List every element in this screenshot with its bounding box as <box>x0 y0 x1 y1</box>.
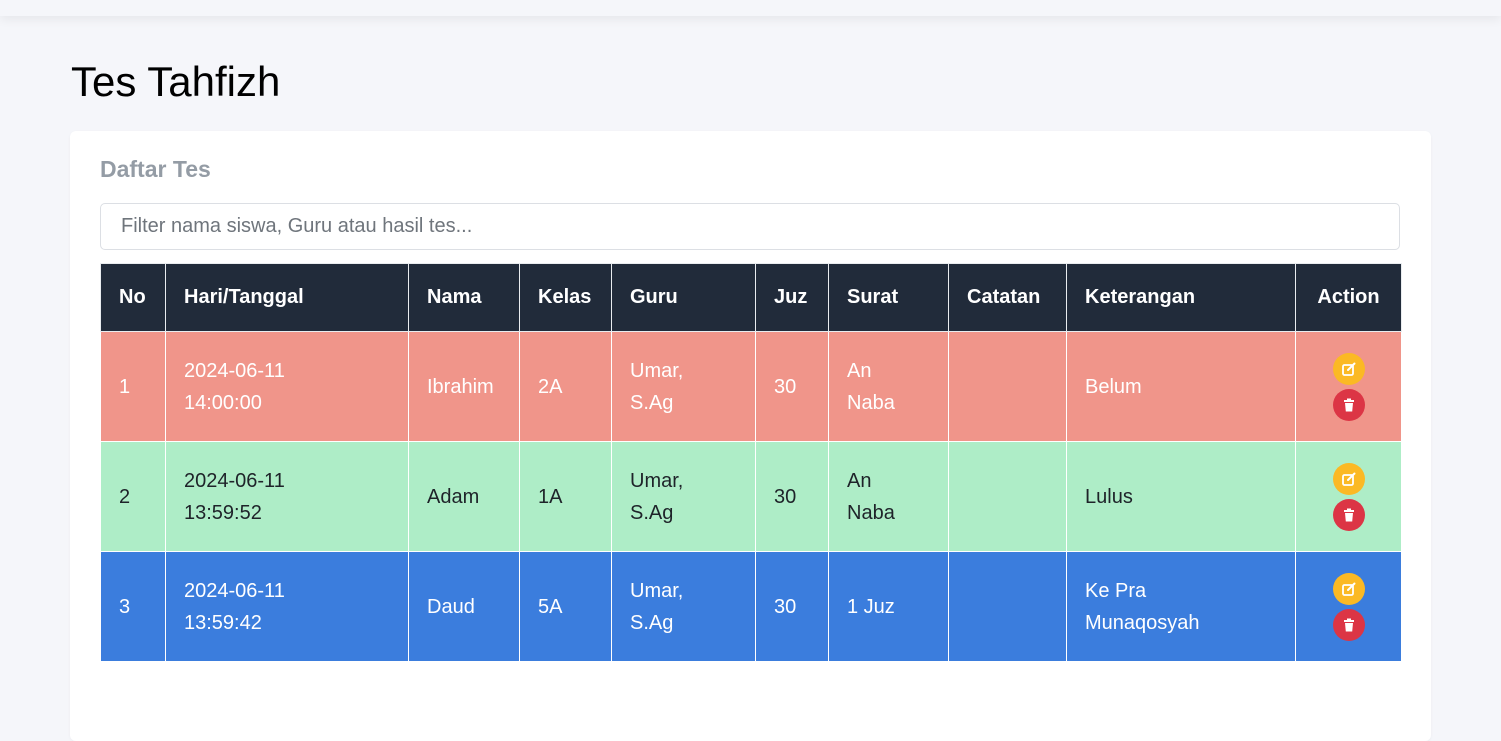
action-buttons <box>1314 352 1383 421</box>
cell-date: 2024-06-11 13:59:42 <box>165 551 409 662</box>
table-row: 2 2024-06-11 13:59:52 Adam 1A Umar, S.Ag 3… <box>100 441 1402 552</box>
header-catatan: Catatan <box>948 263 1067 332</box>
header-date: Hari/Tanggal <box>165 263 409 332</box>
header-guru: Guru <box>611 263 756 332</box>
page-title: Tes Tahfizh <box>71 58 281 105</box>
test-table: No Hari/Tanggal Nama Kelas Guru Juz Sura… <box>100 263 1402 662</box>
cell-surat: 1 Juz <box>828 551 949 662</box>
action-buttons <box>1314 572 1383 641</box>
edit-icon <box>1341 362 1355 376</box>
surat-line1: An <box>847 359 872 382</box>
guru-name: Umar, <box>630 579 684 602</box>
date-text: 2024-06-11 <box>184 469 285 492</box>
trash-icon <box>1343 508 1354 521</box>
guru-name: Umar, <box>630 469 684 492</box>
cell-keterangan: Ke Pra Munaqosyah <box>1066 551 1296 662</box>
cell-guru: Umar, S.Ag <box>611 331 756 442</box>
cell-no: 3 <box>100 551 166 662</box>
cell-no: 2 <box>100 441 166 552</box>
cell-kelas: 1A <box>519 441 612 552</box>
cell-action <box>1295 441 1402 552</box>
top-navbar <box>0 0 1501 16</box>
delete-button[interactable] <box>1332 388 1365 421</box>
cell-date: 2024-06-11 13:59:52 <box>165 441 409 552</box>
filter-input[interactable] <box>100 203 1400 250</box>
test-list-card: Daftar Tes No Hari/Tanggal Nama Kelas Gu… <box>70 131 1431 741</box>
action-buttons <box>1314 462 1383 531</box>
cell-guru: Umar, S.Ag <box>611 551 756 662</box>
edit-button[interactable] <box>1332 462 1365 495</box>
header-keterangan: Keterangan <box>1066 263 1296 332</box>
guru-name: Umar, <box>630 359 684 382</box>
surat-line2: Naba <box>847 501 895 524</box>
surat-line2: Naba <box>847 391 895 414</box>
cell-juz: 30 <box>755 441 829 552</box>
cell-no: 1 <box>100 331 166 442</box>
keterangan-line1: Ke Pra <box>1085 579 1147 602</box>
edit-icon <box>1341 472 1355 486</box>
time-text: 13:59:52 <box>184 501 262 524</box>
cell-catatan <box>948 441 1067 552</box>
guru-title: S.Ag <box>630 611 674 634</box>
cell-surat: An Naba <box>828 331 949 442</box>
cell-juz: 30 <box>755 331 829 442</box>
cell-action <box>1295 551 1402 662</box>
card-title: Daftar Tes <box>100 156 211 182</box>
cell-keterangan: Lulus <box>1066 441 1296 552</box>
time-text: 14:00:00 <box>184 391 262 414</box>
cell-nama: Adam <box>408 441 520 552</box>
guru-title: S.Ag <box>630 501 674 524</box>
cell-action <box>1295 331 1402 442</box>
time-text: 13:59:42 <box>184 611 262 634</box>
cell-catatan <box>948 551 1067 662</box>
cell-kelas: 5A <box>519 551 612 662</box>
cell-juz: 30 <box>755 551 829 662</box>
date-text: 2024-06-11 <box>184 359 285 382</box>
header-no: No <box>100 263 166 332</box>
delete-button[interactable] <box>1332 608 1365 641</box>
trash-icon <box>1343 618 1354 631</box>
edit-button[interactable] <box>1332 572 1365 605</box>
cell-nama: Ibrahim <box>408 331 520 442</box>
header-action: Action <box>1295 263 1402 332</box>
cell-nama: Daud <box>408 551 520 662</box>
header-juz: Juz <box>755 263 829 332</box>
cell-surat: An Naba <box>828 441 949 552</box>
table-row: 1 2024-06-11 14:00:00 Ibrahim 2A Umar, S.A… <box>100 331 1402 442</box>
header-kelas: Kelas <box>519 263 612 332</box>
table-row: 3 2024-06-11 13:59:42 Daud 5A Umar, S.Ag 3… <box>100 551 1402 662</box>
cell-keterangan: Belum <box>1066 331 1296 442</box>
cell-catatan <box>948 331 1067 442</box>
keterangan-line2: Munaqosyah <box>1085 611 1200 634</box>
edit-button[interactable] <box>1332 352 1365 385</box>
header-nama: Nama <box>408 263 520 332</box>
table-header-row: No Hari/Tanggal Nama Kelas Guru Juz Sura… <box>100 263 1402 332</box>
cell-guru: Umar, S.Ag <box>611 441 756 552</box>
trash-icon <box>1343 398 1354 411</box>
cell-date: 2024-06-11 14:00:00 <box>165 331 409 442</box>
surat-line1: An <box>847 469 872 492</box>
cell-kelas: 2A <box>519 331 612 442</box>
guru-title: S.Ag <box>630 391 674 414</box>
date-text: 2024-06-11 <box>184 579 285 602</box>
header-surat: Surat <box>828 263 949 332</box>
delete-button[interactable] <box>1332 498 1365 531</box>
edit-icon <box>1341 582 1355 596</box>
